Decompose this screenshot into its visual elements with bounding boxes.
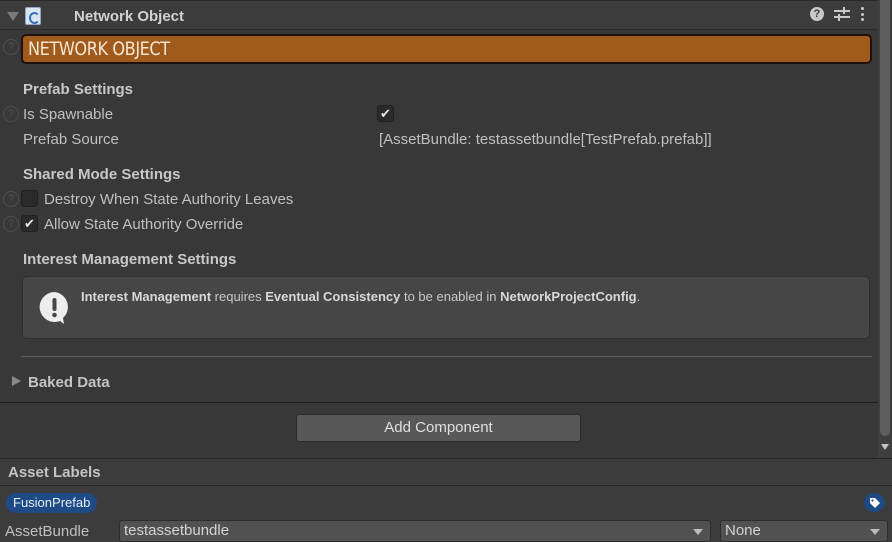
script-icon <box>25 7 41 25</box>
help-tooltip-icon[interactable]: ? <box>3 39 19 55</box>
context-menu-icon[interactable] <box>860 7 864 21</box>
add-label-button[interactable] <box>864 493 885 512</box>
tag-icon <box>869 497 880 508</box>
asset-bundle-value: testassetbundle <box>124 522 230 539</box>
component-header[interactable]: Network Object ? <box>0 0 878 30</box>
asset-labels-header: Asset Labels <box>0 459 892 486</box>
warning-help-box: Interest Management requires Eventual Co… <box>22 276 870 339</box>
scrollbar-thumb[interactable] <box>880 0 890 436</box>
checkmark-icon: ✔ <box>380 105 391 121</box>
dropdown-arrow-icon <box>870 529 880 535</box>
component-separator <box>0 402 878 403</box>
asset-labels-title: Asset Labels <box>8 464 101 481</box>
component-title: Network Object <box>74 8 185 25</box>
prefab-settings-heading: Prefab Settings <box>23 81 134 98</box>
help-tooltip-icon[interactable]: ? <box>3 216 19 232</box>
network-object-banner: NETWORK OBJECT <box>21 34 872 64</box>
vertical-scrollbar[interactable] <box>878 0 892 458</box>
help-icon[interactable]: ? <box>810 7 824 21</box>
allow-override-label: Allow State Authority Override <box>44 216 244 233</box>
destroy-when-leaves-checkbox[interactable] <box>21 190 38 207</box>
shared-mode-settings-heading: Shared Mode Settings <box>23 166 181 183</box>
presets-icon[interactable] <box>834 7 850 21</box>
foldout-expanded-icon[interactable] <box>7 12 19 21</box>
add-component-button[interactable]: Add Component <box>296 414 581 442</box>
is-spawnable-checkbox[interactable]: ✔ <box>377 105 394 122</box>
interest-management-heading: Interest Management Settings <box>23 251 237 268</box>
baked-data-foldout[interactable]: Baked Data <box>28 374 110 391</box>
warning-icon <box>39 292 68 324</box>
section-divider <box>21 356 872 357</box>
help-tooltip-icon[interactable]: ? <box>3 106 19 122</box>
variant-value: None <box>725 522 761 539</box>
banner-title: NETWORK OBJECT <box>28 38 170 60</box>
asset-bundle-variant-dropdown[interactable]: None <box>720 520 888 542</box>
asset-bundle-label: AssetBundle <box>5 523 90 540</box>
asset-label-pill[interactable]: FusionPrefab <box>6 493 98 513</box>
foldout-collapsed-icon[interactable] <box>12 376 21 386</box>
destroy-when-leaves-label: Destroy When State Authority Leaves <box>44 191 294 208</box>
inspector-panel: Network Object ? ? NETWORK OBJECT Prefab… <box>0 0 878 458</box>
asset-bundle-dropdown[interactable]: testassetbundle <box>119 520 711 542</box>
is-spawnable-label: Is Spawnable <box>23 106 114 123</box>
asset-labels-panel: Asset Labels FusionPrefab AssetBundle te… <box>0 458 892 542</box>
checkmark-icon: ✔ <box>24 215 35 231</box>
allow-override-checkbox[interactable]: ✔ <box>21 215 38 232</box>
scroll-down-arrow-icon[interactable] <box>881 444 889 450</box>
prefab-source-value: [AssetBundle: testassetbundle[TestPrefab… <box>379 131 712 148</box>
prefab-source-label: Prefab Source <box>23 131 119 148</box>
help-tooltip-icon[interactable]: ? <box>3 191 19 207</box>
warning-message: Interest Management requires Eventual Co… <box>81 289 641 304</box>
dropdown-arrow-icon <box>693 529 703 535</box>
